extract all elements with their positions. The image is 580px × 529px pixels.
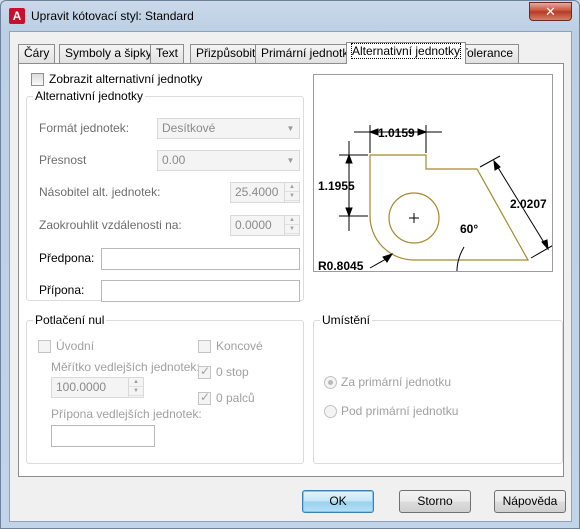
multiplier-label: Násobitel alt. jednotek: bbox=[39, 185, 161, 199]
sub-factor-label: Měřítko vedlejších jednotek: bbox=[51, 360, 200, 374]
unit-format-label: Formát jednotek: bbox=[39, 121, 130, 135]
suffix-label: Přípona: bbox=[39, 283, 85, 297]
spinner-buttons[interactable]: ▲ ▼ bbox=[284, 183, 299, 202]
tab-alternate-units[interactable]: Alternativní jednotky bbox=[346, 42, 467, 64]
zero-suppression-title: Potlačení nul bbox=[33, 313, 107, 327]
below-primary-radio[interactable] bbox=[324, 405, 337, 418]
zero-inches-checkbox[interactable]: ✓ bbox=[198, 390, 211, 405]
sub-suffix-input[interactable] bbox=[51, 425, 155, 447]
window-title: Upravit kótovací styl: Standard bbox=[31, 9, 194, 23]
precision-select[interactable]: 0.00 ▼ bbox=[157, 150, 300, 171]
zero-inches-label: 0 palců bbox=[216, 391, 255, 405]
chevron-down-icon: ▼ bbox=[286, 124, 295, 133]
tab-panel: Zobrazit alternativní jednotky Alternati… bbox=[18, 63, 564, 477]
autocad-icon: A bbox=[9, 8, 25, 24]
leading-label: Úvodní bbox=[56, 339, 95, 353]
trailing-checkbox[interactable] bbox=[198, 340, 211, 353]
unit-format-value: Desítkové bbox=[162, 121, 216, 135]
dim-top-text: 1.0159 bbox=[378, 126, 415, 140]
up-arrow-icon[interactable]: ▲ bbox=[129, 378, 143, 387]
checkmark-icon: ✓ bbox=[200, 390, 211, 404]
after-primary-label: Za primární jednotku bbox=[341, 375, 452, 389]
after-primary-radio[interactable] bbox=[324, 376, 337, 389]
zero-feet-checkbox[interactable]: ✓ bbox=[198, 364, 211, 379]
dialog-window: A Upravit kótovací styl: Standard ✕ Čáry… bbox=[0, 0, 580, 529]
show-alt-units-checkbox[interactable] bbox=[31, 73, 44, 86]
multiplier-value: 25.4000 bbox=[235, 185, 279, 199]
dim-diag-text: 2.0207 bbox=[510, 197, 547, 211]
sub-suffix-label: Přípona vedlejších jednotek: bbox=[51, 407, 202, 421]
tab-fit[interactable]: Přizpůsobit bbox=[190, 44, 262, 63]
tab-label: Alternativní jednotky bbox=[350, 43, 462, 59]
tab-text[interactable]: Text bbox=[150, 44, 185, 63]
unit-format-select[interactable]: Desítkové ▼ bbox=[157, 118, 300, 139]
checkmark-icon: ✓ bbox=[200, 364, 211, 378]
spinner-buttons[interactable]: ▲ ▼ bbox=[284, 216, 299, 235]
title-bar[interactable]: A Upravit kótovací styl: Standard ✕ bbox=[1, 1, 579, 31]
zero-suppression-group: Potlačení nul Úvodní Měřítko vedlejších … bbox=[26, 313, 304, 464]
radius-text: R0.8045 bbox=[318, 259, 364, 271]
dim-left-text: 1.1955 bbox=[318, 179, 355, 193]
tab-label: Symboly a šipky bbox=[65, 46, 152, 60]
alt-units-group: Alternativní jednotky Formát jednotek: D… bbox=[26, 89, 304, 302]
sub-factor-spinner[interactable]: 100.0000 ▲ ▼ bbox=[51, 377, 144, 398]
help-button[interactable]: Nápověda bbox=[494, 490, 566, 513]
prefix-label: Předpona: bbox=[39, 251, 95, 265]
tab-label: Přizpůsobit bbox=[196, 46, 256, 60]
trailing-label: Koncové bbox=[216, 339, 263, 353]
precision-value: 0.00 bbox=[162, 153, 186, 167]
prefix-input[interactable] bbox=[101, 248, 300, 270]
multiplier-spinner[interactable]: 25.4000 ▲ ▼ bbox=[230, 182, 300, 203]
placement-title: Umístění bbox=[320, 313, 373, 327]
placement-group: Umístění Za primární jednotku Pod primár… bbox=[313, 313, 563, 464]
precision-label: Přesnost bbox=[39, 153, 87, 167]
leading-checkbox[interactable] bbox=[38, 340, 51, 353]
up-arrow-icon[interactable]: ▲ bbox=[285, 216, 299, 225]
cancel-button[interactable]: Storno bbox=[399, 490, 471, 513]
down-arrow-icon[interactable]: ▼ bbox=[285, 192, 299, 201]
below-primary-label: Pod primární jednotku bbox=[341, 404, 459, 418]
preview-pane: 1.0159 1.1955 2.0207 60° R0.8045 bbox=[313, 74, 558, 277]
chevron-down-icon: ▼ bbox=[286, 156, 295, 165]
down-arrow-icon[interactable]: ▼ bbox=[285, 225, 299, 234]
tab-label: Tolerance bbox=[461, 46, 514, 60]
suffix-input[interactable] bbox=[101, 280, 300, 302]
alt-units-group-title: Alternativní jednotky bbox=[33, 89, 146, 103]
zero-feet-label: 0 stop bbox=[216, 365, 249, 379]
close-button[interactable]: ✕ bbox=[529, 2, 572, 21]
angle-text: 60° bbox=[460, 222, 478, 236]
round-value: 0.0000 bbox=[235, 218, 272, 232]
ok-button[interactable]: OK bbox=[302, 490, 374, 513]
spinner-buttons[interactable]: ▲ ▼ bbox=[128, 378, 143, 397]
tab-label: Text bbox=[156, 46, 179, 60]
tab-label: Čáry bbox=[24, 46, 50, 60]
show-alt-units-label: Zobrazit alternativní jednotky bbox=[49, 72, 203, 86]
tab-lines[interactable]: Čáry bbox=[18, 44, 56, 63]
sub-factor-value: 100.0000 bbox=[56, 380, 107, 394]
round-spinner[interactable]: 0.0000 ▲ ▼ bbox=[230, 215, 300, 236]
up-arrow-icon[interactable]: ▲ bbox=[285, 183, 299, 192]
down-arrow-icon[interactable]: ▼ bbox=[129, 387, 143, 396]
tab-primary-units[interactable]: Primární jednotky bbox=[255, 44, 361, 63]
dimension-preview-drawing: 1.0159 1.1955 2.0207 60° R0.8045 bbox=[318, 125, 558, 277]
round-label: Zaokrouhlit vzdálenosti na: bbox=[39, 218, 182, 232]
tab-symbols-arrows[interactable]: Symboly a šipky bbox=[59, 44, 158, 63]
dialog-client-area: Čáry Symboly a šipky Text Přizpůsobit Pr… bbox=[9, 31, 572, 522]
part-outline bbox=[369, 154, 530, 261]
tab-label: Primární jednotky bbox=[261, 46, 355, 60]
